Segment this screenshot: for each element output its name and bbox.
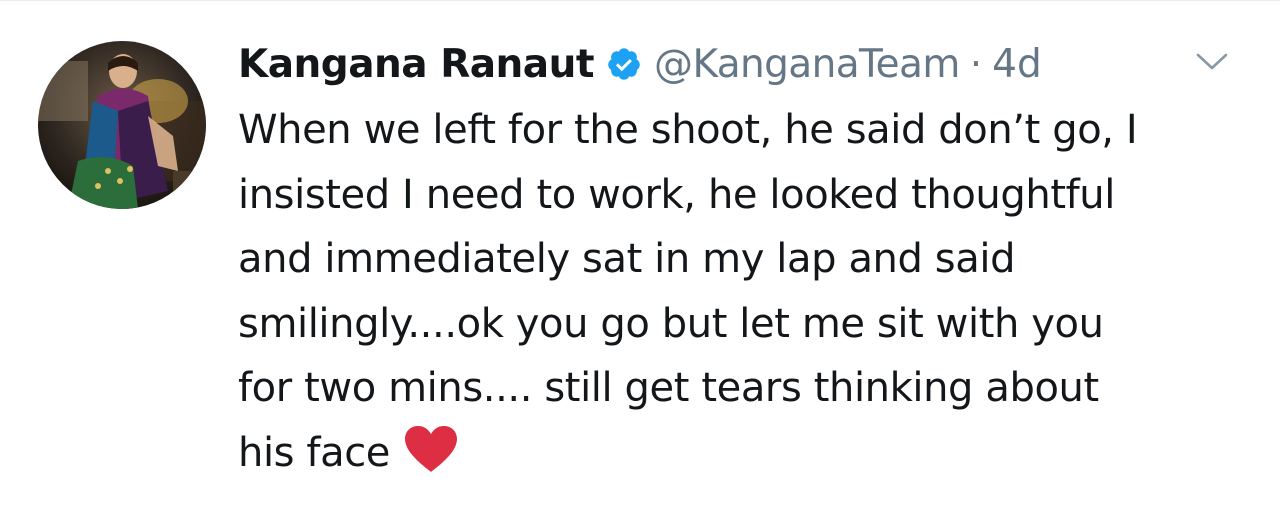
tweet-text-line: and immediately sat in my lap and said (238, 236, 1016, 282)
separator-dot: · (969, 41, 983, 87)
tweet-text-line: for two mins.... still get tears thinkin… (238, 365, 1099, 411)
tweet-text-line: When we left for the shoot, he said don’… (238, 107, 1138, 153)
tweet-text-line: insisted I need to work, he looked thoug… (238, 171, 1115, 218)
tweet-text-line: his face (238, 429, 391, 476)
avatar[interactable] (38, 41, 206, 209)
heart-emoji-icon (402, 424, 460, 474)
verified-badge-icon (606, 46, 642, 82)
author-handle[interactable]: @KanganaTeam (654, 42, 960, 87)
tweet-text-line: smilingly....ok you go but let me sit wi… (238, 300, 1104, 347)
chevron-down-icon[interactable] (1192, 49, 1232, 75)
tweet-card[interactable]: Kangana Ranaut @KanganaTeam · 4d When we… (0, 0, 1280, 510)
author-name[interactable]: Kangana Ranaut (238, 42, 595, 87)
tweet-timestamp[interactable]: 4d (992, 42, 1042, 87)
avatar-photo (38, 41, 206, 209)
tweet-text: When we left for the shoot, he said don’… (238, 98, 1248, 485)
tweet-header: Kangana Ranaut @KanganaTeam · 4d (238, 36, 1042, 92)
tweet-text-last-line: his face (238, 421, 1248, 486)
